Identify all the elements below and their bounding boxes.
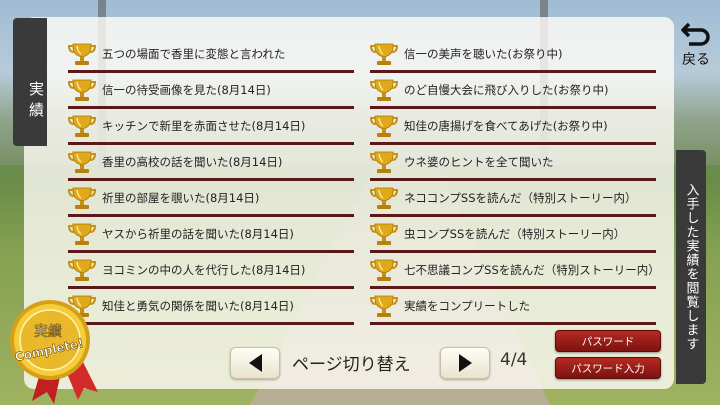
achievement-row: キッチンで新里を赤面させた(8月14日) <box>68 109 354 145</box>
return-arrow-icon <box>681 22 710 46</box>
achievement-row: 信一の待受画像を見た(8月14日) <box>68 73 354 109</box>
achievement-row: ヨコミンの中の人を代行した(8月14日) <box>68 253 354 289</box>
achievement-label: のど自慢大会に飛び入りした(お祭り中) <box>404 82 609 97</box>
page-indicator: 4/4 <box>500 350 528 370</box>
back-button[interactable]: 戻る <box>676 20 716 72</box>
achievement-label: 実績をコンプリートした <box>404 298 531 313</box>
trophy-icon <box>370 187 398 209</box>
trophy-icon <box>370 79 398 101</box>
left-arrow-icon <box>248 354 262 372</box>
achievement-label: キッチンで新里を赤面させた(8月14日) <box>102 118 306 133</box>
description-tab: 入手した実績を閲覧します <box>676 150 706 384</box>
achievement-row: 実績をコンプリートした <box>370 289 656 325</box>
achievement-row: 祈里の部屋を覗いた(8月14日) <box>68 181 354 217</box>
achievement-label: ヨコミンの中の人を代行した(8月14日) <box>102 262 306 277</box>
next-page-button[interactable] <box>440 347 490 379</box>
achievement-label: 信一の待受画像を見た(8月14日) <box>102 82 271 97</box>
achievement-label: 七不思議コンプSSを読んだ（特別ストーリー内） <box>404 262 660 277</box>
prev-page-button[interactable] <box>230 347 280 379</box>
complete-medal: 実績 Complete! <box>10 300 98 404</box>
achievement-row: 七不思議コンプSSを読んだ（特別ストーリー内） <box>370 253 660 289</box>
trophy-icon <box>68 43 96 65</box>
achievement-label: 祈里の部屋を覗いた(8月14日) <box>102 190 260 205</box>
password-button[interactable]: パスワード <box>555 330 661 352</box>
achievement-label: 信一の美声を聴いた(お祭り中) <box>404 46 563 61</box>
achievement-row: 五つの場面で香里に変態と言われた <box>68 37 354 73</box>
achievement-label: 虫コンプSSを読んだ（特別ストーリー内） <box>404 226 626 241</box>
achievement-row: のど自慢大会に飛び入りした(お祭り中) <box>370 73 656 109</box>
achievement-row: 信一の美声を聴いた(お祭り中) <box>370 37 656 73</box>
trophy-icon <box>68 223 96 245</box>
right-arrow-icon <box>458 354 472 372</box>
achievement-row: ウネ婆のヒントを全て聞いた <box>370 145 656 181</box>
trophy-icon <box>68 79 96 101</box>
achievement-row: ネココンプSSを読んだ（特別ストーリー内） <box>370 181 656 217</box>
achievement-label: ウネ婆のヒントを全て聞いた <box>404 154 554 169</box>
trophy-icon <box>370 151 398 173</box>
achievement-label: 知佳の唐揚げを食べてあげた(お祭り中) <box>404 118 608 133</box>
achievement-row: 知佳の唐揚げを食べてあげた(お祭り中) <box>370 109 656 145</box>
achievement-label: 五つの場面で香里に変態と言われた <box>102 46 286 61</box>
achievement-row: 虫コンプSSを読んだ（特別ストーリー内） <box>370 217 656 253</box>
trophy-icon <box>68 187 96 209</box>
trophy-icon <box>370 259 398 281</box>
trophy-icon <box>68 115 96 137</box>
trophy-icon <box>68 259 96 281</box>
trophy-icon <box>370 43 398 65</box>
achievement-label: ヤスから祈里の話を聞いた(8月14日) <box>102 226 294 241</box>
achievement-label: ネココンプSSを読んだ（特別ストーリー内） <box>404 190 637 205</box>
trophy-icon <box>370 223 398 245</box>
medal-top-text: 実績 <box>34 324 62 340</box>
achievement-label: 知佳と勇気の関係を聞いた(8月14日) <box>102 298 294 313</box>
trophy-icon <box>370 115 398 137</box>
back-label: 戻る <box>682 52 710 68</box>
trophy-icon <box>370 295 398 317</box>
achievement-label: 香里の高校の話を聞いた(8月14日) <box>102 154 283 169</box>
page-switch-label: ページ切り替え <box>292 355 411 375</box>
password-input-button[interactable]: パスワード入力 <box>555 357 661 379</box>
achievement-row: ヤスから祈里の話を聞いた(8月14日) <box>68 217 354 253</box>
achievements-tab: 実績 <box>13 18 47 146</box>
achievement-row: 香里の高校の話を聞いた(8月14日) <box>68 145 354 181</box>
trophy-icon <box>68 151 96 173</box>
